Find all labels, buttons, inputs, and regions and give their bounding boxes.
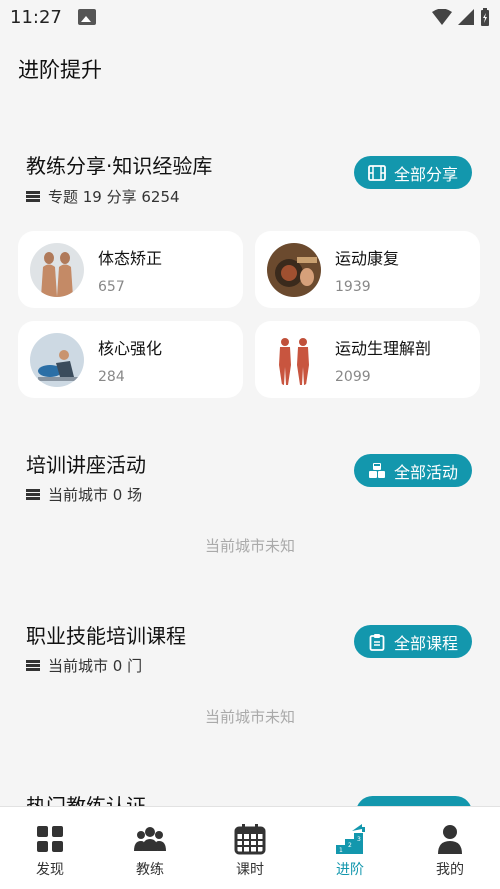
list-icon [26, 660, 40, 671]
status-bar: 11:27 [0, 0, 500, 34]
topic-name: 运动康复 [335, 248, 400, 268]
posture-thumbnail [30, 242, 84, 297]
page-title: 进阶提升 [18, 58, 102, 82]
rehab-thumbnail [267, 242, 321, 297]
all-courses-label: 全部课程 [393, 633, 458, 653]
tab-advance[interactable]: 123 进阶 [300, 807, 400, 889]
share-section-title: 教练分享·知识经验库 [26, 154, 213, 178]
wifi-icon [432, 9, 452, 25]
tab-mine[interactable]: 我的 [400, 807, 500, 889]
all-shares-label: 全部分享 [393, 164, 458, 184]
all-activities-button[interactable]: 全部活动 [353, 454, 472, 487]
share-section-stats: 专题 19 分享 6254 [26, 186, 180, 207]
cubes-icon [368, 462, 385, 478]
topic-count: 1939 [335, 278, 371, 295]
topic-card-rehab[interactable]: 运动康复 1939 [255, 231, 480, 308]
share-stats-text: 专题 19 分享 6254 [48, 188, 180, 206]
topic-count: 284 [98, 368, 125, 385]
tab-label: 课时 [236, 862, 264, 878]
lecture-section-title: 培训讲座活动 [26, 453, 146, 477]
lecture-stats-text: 当前城市 0 场 [48, 486, 143, 504]
topic-name: 运动生理解剖 [335, 338, 432, 358]
topic-name: 核心强化 [98, 338, 163, 358]
topic-card-core[interactable]: 核心强化 284 [18, 321, 243, 398]
all-shares-button[interactable]: 全部分享 [353, 156, 472, 189]
signal-icon [458, 9, 474, 25]
topic-card-posture[interactable]: 体态矫正 657 [18, 231, 243, 308]
course-section-stats: 当前城市 0 门 [26, 655, 142, 676]
core-thumbnail [30, 332, 84, 387]
all-courses-button[interactable]: 全部课程 [353, 625, 472, 658]
battery-icon [481, 8, 489, 26]
image-notification-icon [77, 9, 96, 25]
anatomy-thumbnail [267, 332, 321, 387]
list-icon [26, 191, 40, 202]
topic-card-anatomy[interactable]: 运动生理解剖 2099 [255, 321, 480, 398]
tab-lessons[interactable]: 课时 [200, 807, 300, 889]
all-activities-label: 全部活动 [393, 462, 458, 482]
svg-text:3: 3 [357, 836, 361, 843]
podium-icon: 123 [336, 824, 365, 854]
lecture-empty-text: 当前城市未知 [204, 537, 295, 555]
tab-label: 进阶 [336, 862, 364, 878]
course-section-title: 职业技能培训课程 [26, 624, 186, 648]
bottom-tab-bar: 发现 教练 课时 123 进阶 我的 [0, 806, 500, 889]
course-stats-text: 当前城市 0 门 [48, 657, 143, 675]
topic-count: 2099 [335, 368, 371, 385]
tab-discover[interactable]: 发现 [0, 807, 100, 889]
lecture-section-stats: 当前城市 0 场 [26, 484, 142, 505]
topic-count: 657 [98, 278, 125, 295]
course-empty-text: 当前城市未知 [204, 708, 295, 726]
group-icon [134, 827, 166, 851]
tab-label: 发现 [36, 862, 64, 878]
film-icon [368, 164, 386, 181]
tab-label: 我的 [436, 862, 464, 878]
tab-coach[interactable]: 教练 [100, 807, 200, 889]
topic-name: 体态矫正 [98, 248, 163, 268]
svg-text:2: 2 [348, 842, 352, 849]
svg-text:1: 1 [339, 847, 343, 854]
tab-label: 教练 [136, 862, 164, 878]
list-icon [26, 489, 40, 500]
clipboard-icon [369, 633, 385, 651]
grid-icon [37, 826, 63, 852]
status-time: 11:27 [10, 6, 62, 28]
calendar-icon [234, 824, 266, 855]
user-icon [438, 825, 462, 854]
